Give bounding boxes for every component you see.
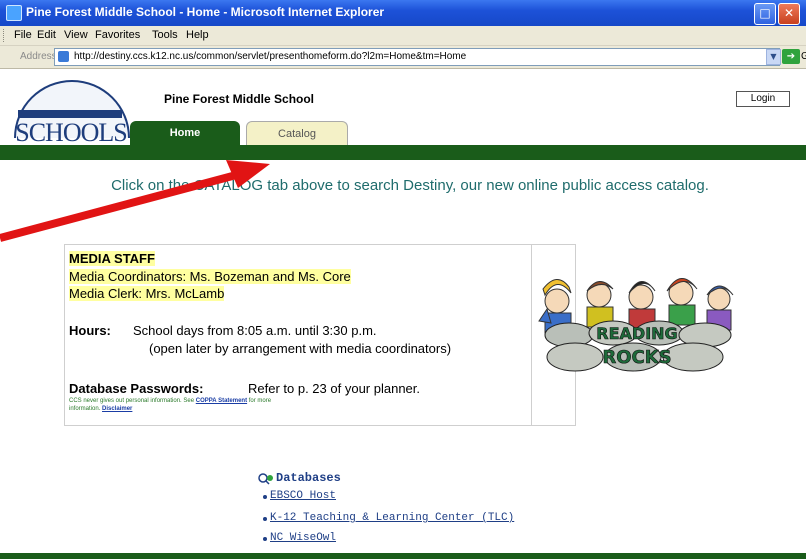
bottom-bar (0, 553, 806, 559)
menu-favorites[interactable]: Favorites (95, 29, 140, 41)
bullet-icon (263, 495, 267, 499)
media-staff-heading: MEDIA STAFF (69, 251, 155, 266)
schools-logo: SCHOOLS (12, 80, 130, 147)
close-icon: ✕ (783, 6, 795, 20)
hours-text: School days from 8:05 a.m. until 3:30 p.… (133, 323, 377, 338)
menu-view[interactable]: View (64, 29, 88, 41)
privacy-note-line1: CCS never gives out personal information… (69, 398, 271, 404)
logo-band (18, 110, 122, 118)
privacy-line2-prefix: information. (69, 406, 101, 412)
tab-bar-underline (0, 145, 806, 160)
menu-help[interactable]: Help (186, 29, 209, 41)
privacy-prefix: CCS never gives out personal information… (69, 398, 195, 404)
db-link-tlc[interactable]: K-12 Teaching & Learning Center (TLC) (270, 512, 514, 524)
toolbar-grip-icon (3, 29, 7, 42)
media-info-box: MEDIA STAFF Media Coordinators: Ms. Boze… (64, 244, 734, 426)
hours-note: (open later by arrangement with media co… (149, 341, 452, 356)
media-clerk: Media Clerk: Mrs. McLamb (69, 286, 225, 301)
address-label: Address (20, 51, 57, 62)
coppa-link[interactable]: COPPA Statement (196, 398, 247, 404)
rocks-word: ROCKS (602, 347, 671, 368)
tab-home[interactable]: Home (130, 121, 240, 145)
login-button[interactable]: Login (736, 91, 790, 107)
db-link-ebsco[interactable]: EBSCO Host (270, 490, 336, 502)
address-bar: Address http://destiny.ccs.k12.nc.us/com… (0, 46, 806, 69)
privacy-suffix: for more (248, 398, 272, 404)
database-passwords-label: Database Passwords: (69, 381, 204, 396)
maximize-button[interactable]: □ (754, 3, 776, 25)
databases-heading: Databases (276, 471, 341, 485)
bullet-icon (263, 537, 267, 541)
media-info-text: MEDIA STAFF Media Coordinators: Ms. Boze… (65, 245, 532, 425)
address-dropdown-button[interactable]: ▼ (766, 49, 781, 65)
bullet-icon (263, 517, 267, 521)
address-input[interactable]: http://destiny.ccs.k12.nc.us/common/serv… (54, 48, 780, 66)
database-passwords-text: Refer to p. 23 of your planner. (248, 381, 420, 396)
menu-edit[interactable]: Edit (37, 29, 56, 41)
intro-text: Click on the CATALOG tab above to search… (111, 177, 709, 194)
go-label[interactable]: G (801, 51, 806, 62)
ie-app-icon (6, 5, 22, 21)
reading-rocks-image: READING ROCKS (538, 278, 734, 372)
page-icon (58, 51, 69, 62)
address-url: http://destiny.ccs.k12.nc.us/common/serv… (74, 51, 467, 62)
db-link-wiseowl[interactable]: NC WiseOwl (270, 532, 336, 544)
privacy-note-line2: information. Disclaimer (69, 406, 132, 412)
hours-label: Hours: (69, 323, 111, 338)
logo-text: SCHOOLS (15, 118, 127, 147)
menu-tools[interactable]: Tools (152, 29, 178, 41)
databases-icon (258, 473, 273, 485)
maximize-icon: □ (759, 6, 771, 20)
menu-file[interactable]: File (14, 29, 32, 41)
reading-word: READING (596, 324, 677, 343)
close-button[interactable]: ✕ (778, 3, 800, 25)
media-coordinators: Media Coordinators: Ms. Bozeman and Ms. … (69, 269, 351, 284)
title-bar: Pine Forest Middle School - Home - Micro… (0, 0, 806, 26)
menu-bar: File Edit View Favorites Tools Help (0, 26, 806, 46)
school-name: Pine Forest Middle School (164, 92, 315, 106)
window-title: Pine Forest Middle School - Home - Micro… (26, 5, 385, 19)
disclaimer-link[interactable]: Disclaimer (102, 406, 132, 412)
go-button[interactable]: ➔ (782, 49, 800, 64)
tab-catalog[interactable]: Catalog (246, 121, 348, 145)
